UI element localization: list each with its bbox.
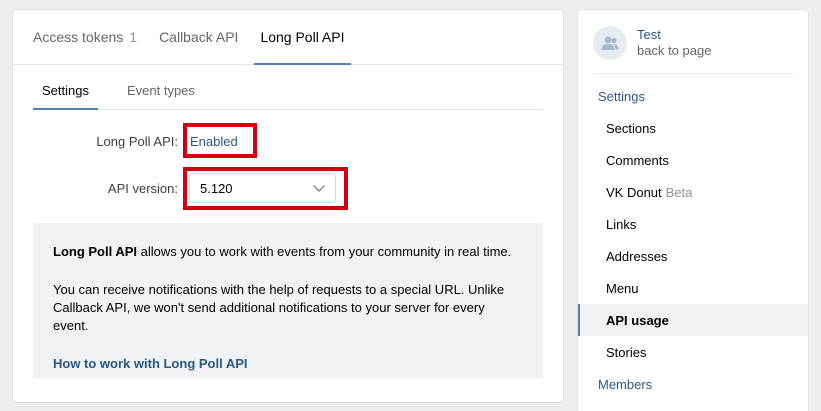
- info-paragraph-2: You can receive notifications with the h…: [53, 282, 505, 333]
- sidebar-item-label: Sections: [606, 120, 656, 136]
- sidebar-item-label: Comments: [606, 152, 669, 168]
- long-poll-label: Long Poll API:: [96, 134, 178, 149]
- sidebar-divider: [593, 73, 793, 74]
- subtab-event-types[interactable]: Event types: [118, 72, 204, 109]
- sidebar-item-stories[interactable]: Stories: [578, 336, 808, 368]
- sidebar-item-api-usage[interactable]: API usage: [578, 304, 808, 336]
- sidebar-item-label: Members: [598, 376, 653, 392]
- sidebar-item-label: Menu: [606, 280, 639, 296]
- sidebar-item-vk-donut[interactable]: VK Donut Beta: [578, 176, 808, 208]
- tab-access-tokens-count: 1: [129, 29, 138, 45]
- subtab-settings[interactable]: Settings: [33, 72, 98, 110]
- sidebar-item-addresses[interactable]: Addresses: [578, 240, 808, 272]
- tab-long-poll-api-label: Long Poll API: [260, 29, 345, 45]
- sidebar-item-links[interactable]: Links: [578, 208, 808, 240]
- tab-access-tokens[interactable]: Access tokens 1: [33, 10, 137, 64]
- api-version-value: 5.120: [200, 180, 233, 196]
- community-sidebar: Test back to page Settings Sections Comm…: [578, 10, 808, 411]
- info-paragraph-1: Long Poll API allows you to work with ev…: [53, 243, 523, 261]
- chevron-down-icon: [313, 181, 325, 196]
- info-bold-term: Long Poll API: [53, 244, 138, 259]
- sidebar-item-label: Links: [606, 216, 637, 232]
- group-name[interactable]: Test: [637, 27, 661, 42]
- settings-subtabs: Settings Event types: [33, 72, 543, 110]
- tab-callback-api-label: Callback API: [159, 29, 239, 45]
- sidebar-item-sections[interactable]: Sections: [578, 112, 808, 144]
- long-poll-status-link[interactable]: Enabled: [190, 134, 238, 149]
- sidebar-item-settings[interactable]: Settings: [578, 80, 808, 112]
- tab-access-tokens-label: Access tokens: [33, 29, 124, 45]
- beta-badge: Beta: [665, 184, 693, 200]
- back-to-page-link[interactable]: back to page: [637, 43, 711, 58]
- api-version-label: API version:: [107, 181, 178, 196]
- subtab-settings-label: Settings: [42, 83, 89, 98]
- api-tabs: Access tokens 1 Callback API Long Poll A…: [13, 10, 563, 65]
- how-to-link[interactable]: How to work with Long Poll API: [53, 355, 523, 373]
- group-icon: [601, 36, 619, 50]
- sidebar-item-menu[interactable]: Menu: [578, 272, 808, 304]
- sidebar-item-members[interactable]: Members: [578, 368, 808, 400]
- tab-callback-api[interactable]: Callback API: [159, 10, 238, 64]
- sidebar-item-label: Stories: [606, 344, 647, 360]
- sidebar-item-label: API usage: [606, 312, 669, 328]
- api-settings-panel: Access tokens 1 Callback API Long Poll A…: [13, 10, 563, 402]
- sidebar-item-label: VK Donut: [606, 184, 662, 200]
- info-p1-text: allows you to work with events from your…: [137, 244, 512, 259]
- sidebar-item-comments[interactable]: Comments: [578, 144, 808, 176]
- avatar[interactable]: [593, 26, 627, 60]
- sidebar-item-label: Addresses: [606, 248, 668, 264]
- api-version-select[interactable]: 5.120: [189, 173, 336, 203]
- info-box: Long Poll API allows you to work with ev…: [33, 223, 543, 378]
- subtab-event-types-label: Event types: [126, 83, 195, 98]
- sidebar-item-label: Settings: [598, 88, 645, 104]
- tab-long-poll-api[interactable]: Long Poll API: [254, 10, 351, 65]
